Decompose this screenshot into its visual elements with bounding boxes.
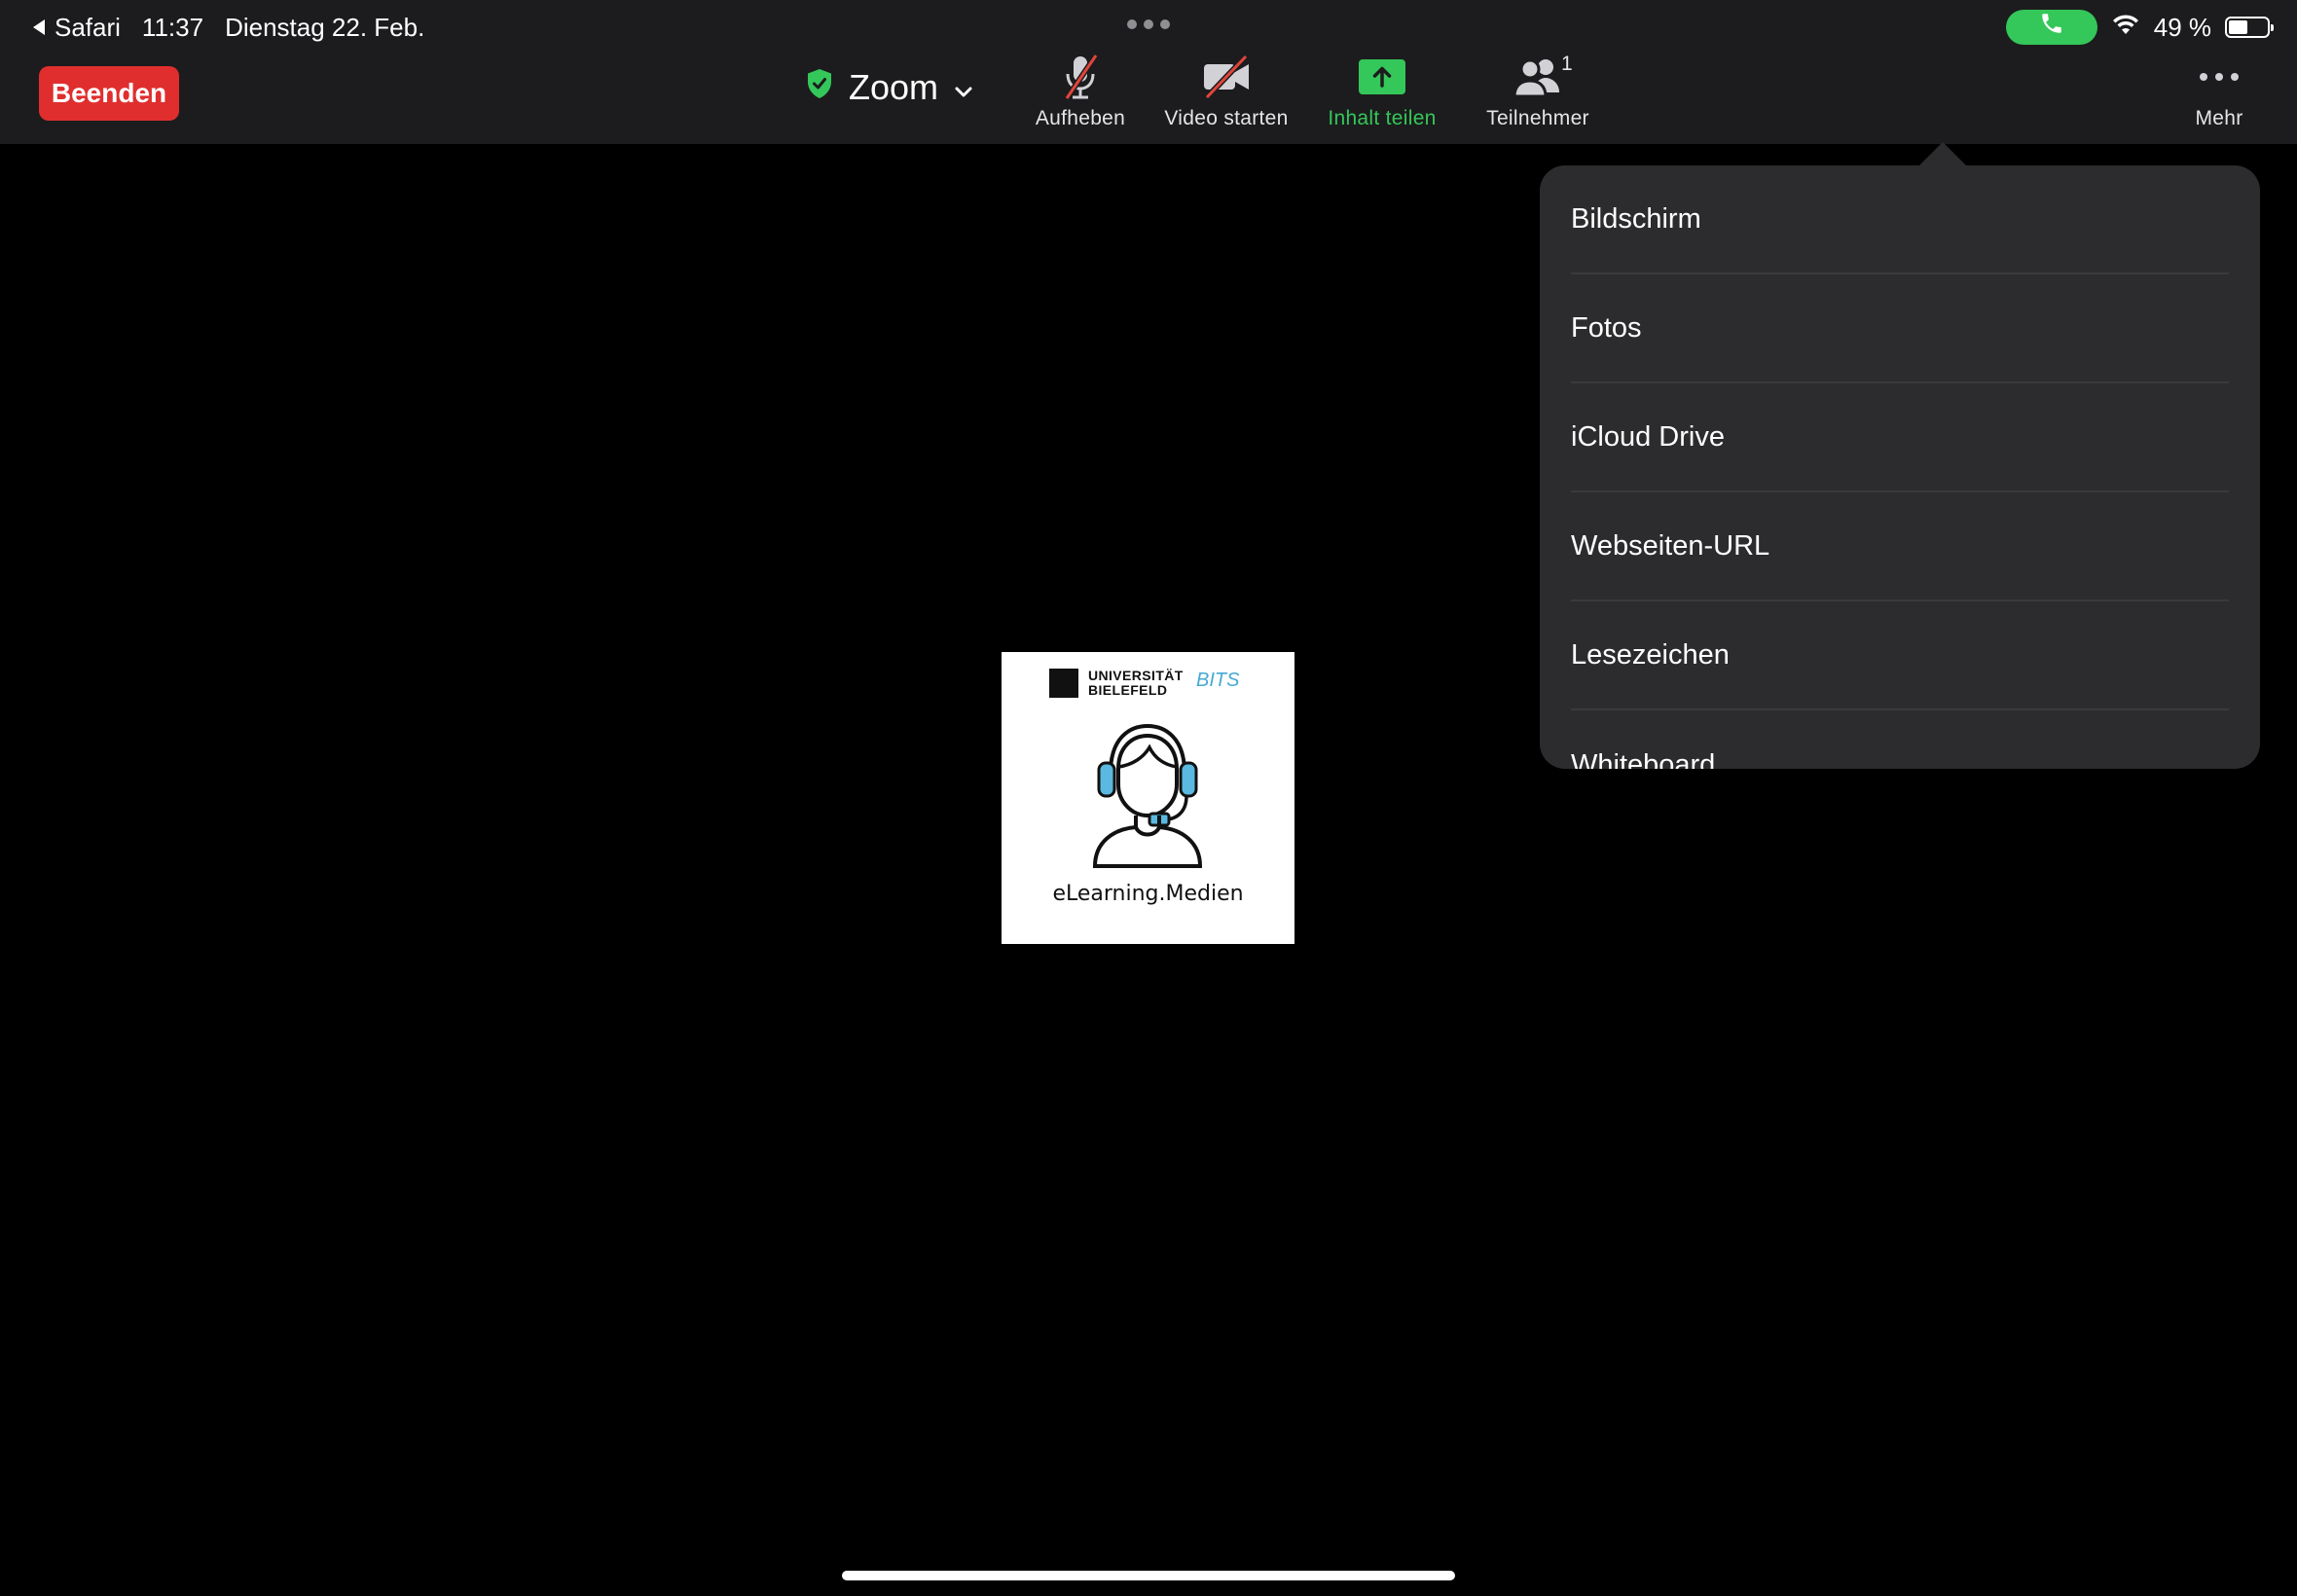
status-bar-right: 49 % bbox=[2005, 8, 2274, 47]
unmute-label: Aufheben bbox=[1035, 107, 1126, 129]
participants-button[interactable]: Teilnehmer 1 bbox=[1460, 53, 1616, 140]
university-logo-mark bbox=[1049, 669, 1078, 698]
status-date: Dienstag 22. Feb. bbox=[225, 13, 425, 42]
university-name-line1: UNIVERSITÄT bbox=[1088, 668, 1184, 683]
participants-icon bbox=[1511, 53, 1565, 101]
participants-label: Teilnehmer bbox=[1486, 107, 1589, 129]
back-arrow-icon bbox=[31, 8, 47, 47]
headset-person-icon bbox=[1079, 718, 1216, 879]
start-video-label: Video starten bbox=[1164, 107, 1289, 129]
back-to-app[interactable]: Safari bbox=[31, 8, 121, 47]
share-option-website[interactable]: Webseiten-URL bbox=[1571, 492, 2229, 601]
share-option-screen[interactable]: Bildschirm bbox=[1571, 165, 2229, 274]
tile-caption: eLearning.Medien bbox=[1052, 882, 1244, 906]
unmute-button[interactable]: Aufheben bbox=[1003, 53, 1158, 140]
home-indicator[interactable] bbox=[842, 1571, 1455, 1580]
meeting-title-dropdown[interactable]: Zoom bbox=[806, 60, 973, 115]
share-option-photos[interactable]: Fotos bbox=[1571, 274, 2229, 383]
share-option-bookmarks[interactable]: Lesezeichen bbox=[1571, 601, 2229, 710]
wifi-icon bbox=[2111, 8, 2140, 47]
bits-logo: BITS bbox=[1196, 670, 1240, 691]
battery-icon bbox=[2225, 17, 2274, 38]
status-bar-left: Safari 11:37 Dienstag 22. Feb. bbox=[31, 8, 424, 47]
microphone-off-icon bbox=[1057, 53, 1104, 101]
chevron-down-icon bbox=[954, 67, 973, 108]
share-upload-icon bbox=[1358, 53, 1406, 101]
back-app-label: Safari bbox=[55, 13, 121, 42]
active-call-pill[interactable] bbox=[2005, 8, 2097, 47]
popover-arrow bbox=[1917, 142, 1968, 167]
shield-check-icon bbox=[806, 67, 833, 108]
battery-percent: 49 % bbox=[2153, 13, 2211, 42]
video-off-icon bbox=[1199, 53, 1254, 101]
start-video-button[interactable]: Video starten bbox=[1139, 53, 1314, 140]
university-name-line2: BIELEFELD bbox=[1088, 682, 1168, 698]
share-option-icloud[interactable]: iCloud Drive bbox=[1571, 383, 2229, 492]
meeting-title: Zoom bbox=[849, 67, 939, 107]
end-meeting-button[interactable]: Beenden bbox=[39, 66, 179, 121]
share-content-label: Inhalt teilen bbox=[1328, 107, 1437, 129]
share-content-button[interactable]: Inhalt teilen bbox=[1304, 53, 1460, 140]
participant-video-tile[interactable]: UNIVERSITÄT BIELEFELD BITS eLearning.Med… bbox=[1002, 652, 1294, 944]
top-bar: Safari 11:37 Dienstag 22. Feb. 49 % Been… bbox=[0, 0, 2297, 144]
multitasking-dots-icon[interactable] bbox=[1127, 19, 1170, 29]
share-menu-popover: Bildschirm Fotos iCloud Drive Webseiten-… bbox=[1540, 165, 2260, 769]
share-option-whiteboard[interactable]: Whiteboard bbox=[1571, 710, 2229, 770]
status-time: 11:37 bbox=[141, 13, 204, 42]
more-label: Mehr bbox=[2195, 107, 2243, 129]
phone-icon bbox=[2039, 8, 2064, 47]
university-logo: UNIVERSITÄT BIELEFELD bbox=[1049, 669, 1184, 698]
participants-count: 1 bbox=[1561, 53, 1573, 75]
more-dots-icon bbox=[2198, 53, 2241, 101]
more-button[interactable]: Mehr bbox=[2141, 53, 2297, 140]
